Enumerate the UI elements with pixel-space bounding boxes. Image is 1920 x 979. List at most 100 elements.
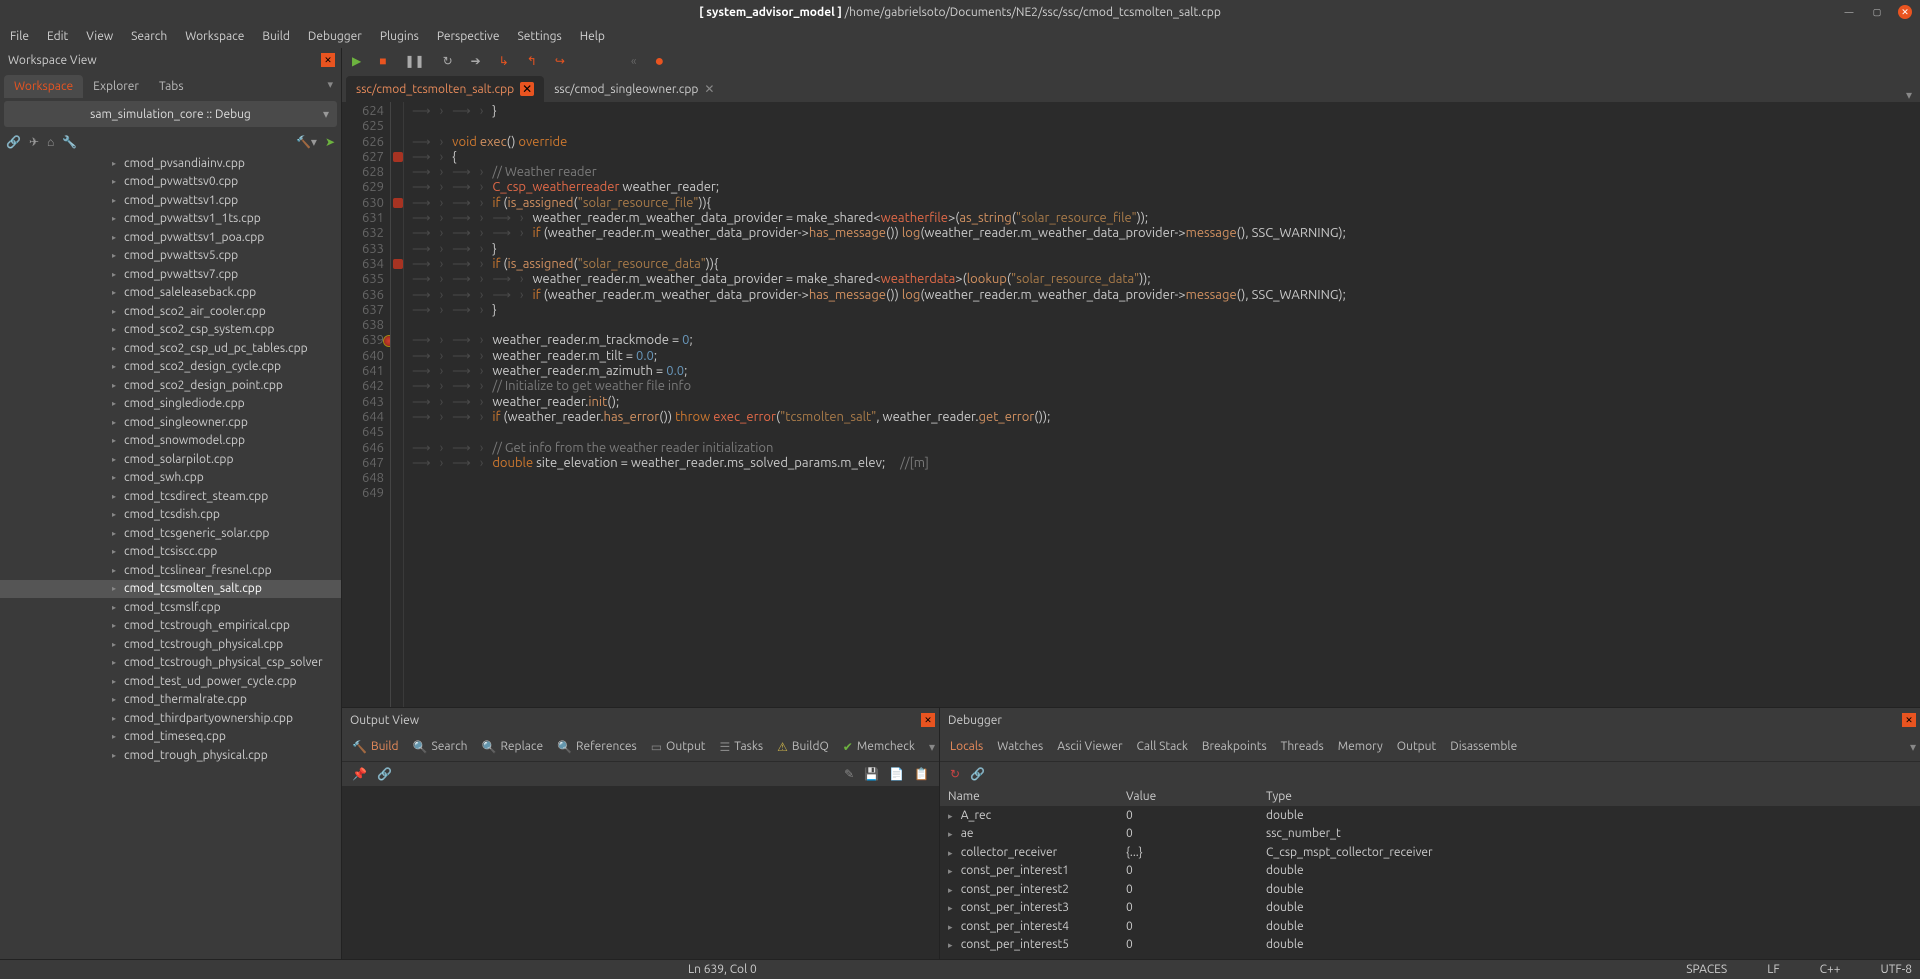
- workspace-tab-workspace[interactable]: Workspace: [4, 75, 83, 98]
- debugger-tab-locals[interactable]: Locals: [950, 740, 983, 753]
- file-item[interactable]: ▸cmod_pvwattsv7.cpp: [0, 265, 341, 284]
- output-tab-build[interactable]: 🔨Build: [352, 740, 399, 754]
- close-icon[interactable]: ✕: [321, 53, 335, 67]
- debugger-tab-breakpoints[interactable]: Breakpoints: [1202, 740, 1267, 753]
- file-item[interactable]: ▸cmod_trough_physical.cpp: [0, 746, 341, 765]
- stop-icon[interactable]: ■: [379, 54, 386, 68]
- file-item[interactable]: ▸cmod_swh.cpp: [0, 469, 341, 488]
- file-item[interactable]: ▸cmod_singleowner.cpp: [0, 413, 341, 432]
- locals-table[interactable]: Name Value Type ▸ A_rec0double▸ ae0ssc_n…: [940, 786, 1920, 954]
- close-icon[interactable]: ✕: [520, 82, 534, 96]
- file-item[interactable]: ▸cmod_solarpilot.cpp: [0, 450, 341, 469]
- hammer-icon[interactable]: 🔨▾: [296, 135, 317, 149]
- step-into-icon[interactable]: ↳: [499, 54, 509, 68]
- paste-icon[interactable]: 📋: [914, 767, 929, 781]
- file-item[interactable]: ▸cmod_test_ud_power_cycle.cpp: [0, 672, 341, 691]
- step-out-icon[interactable]: ↰: [527, 54, 537, 68]
- locals-row[interactable]: ▸ const_per_interest10double: [940, 862, 1920, 881]
- chevron-down-icon[interactable]: ▾: [1910, 740, 1916, 754]
- refresh-icon[interactable]: ↻: [950, 767, 960, 781]
- menu-help[interactable]: Help: [580, 30, 605, 43]
- run-icon[interactable]: ➤: [325, 135, 335, 149]
- menu-plugins[interactable]: Plugins: [380, 30, 419, 43]
- file-item[interactable]: ▸cmod_pvwattsv1_1ts.cpp: [0, 210, 341, 229]
- close-icon[interactable]: ✕: [921, 713, 935, 727]
- file-item[interactable]: ▸cmod_tcstrough_physical_csp_solver: [0, 654, 341, 673]
- chevron-down-icon[interactable]: ▾: [1906, 88, 1912, 102]
- file-item[interactable]: ▸cmod_thirdpartyownership.cpp: [0, 709, 341, 728]
- file-item[interactable]: ▸cmod_singlediode.cpp: [0, 395, 341, 414]
- chevron-down-icon[interactable]: ▾: [327, 78, 333, 91]
- link-icon[interactable]: 🔗: [377, 767, 392, 781]
- output-tab-references[interactable]: 🔍References: [557, 740, 637, 754]
- step-next-icon[interactable]: ↪: [555, 54, 565, 68]
- menu-view[interactable]: View: [86, 30, 113, 43]
- debugger-tab-threads[interactable]: Threads: [1281, 740, 1324, 753]
- file-item[interactable]: ▸cmod_tcstrough_empirical.cpp: [0, 617, 341, 636]
- file-item[interactable]: ▸cmod_tcsmolten_salt.cpp: [0, 580, 341, 599]
- copy-icon[interactable]: 📄: [889, 767, 904, 781]
- code-area[interactable]: ⟶ › ⟶ › } ⟶ › void exec() override⟶ › {⟶…: [404, 102, 1920, 707]
- file-item[interactable]: ▸cmod_tcstrough_physical.cpp: [0, 635, 341, 654]
- send-icon[interactable]: ✈: [29, 135, 39, 149]
- editor-tab[interactable]: ssc/cmod_tcsmolten_salt.cpp✕: [346, 76, 544, 102]
- debugger-tab-watches[interactable]: Watches: [997, 740, 1043, 753]
- menu-search[interactable]: Search: [131, 30, 167, 43]
- eol-mode[interactable]: LF: [1767, 963, 1779, 976]
- build-target-select[interactable]: sam_simulation_core :: Debug: [4, 101, 337, 127]
- fold-column[interactable]: [390, 102, 404, 707]
- language-mode[interactable]: C++: [1820, 963, 1841, 976]
- debugger-tab-disassemble[interactable]: Disassemble: [1450, 740, 1517, 753]
- output-tab-memcheck[interactable]: ✔Memcheck: [843, 740, 915, 754]
- workspace-tab-explorer[interactable]: Explorer: [83, 75, 149, 98]
- menu-workspace[interactable]: Workspace: [185, 30, 244, 43]
- pause-icon[interactable]: ❚❚: [404, 54, 424, 68]
- debugger-tab-ascii-viewer[interactable]: Ascii Viewer: [1057, 740, 1122, 753]
- link-icon[interactable]: 🔗: [970, 767, 985, 781]
- indent-mode[interactable]: SPACES: [1686, 963, 1727, 976]
- menu-debugger[interactable]: Debugger: [308, 30, 362, 43]
- link-icon[interactable]: 🔗: [6, 135, 21, 149]
- file-item[interactable]: ▸cmod_tcslinear_fresnel.cpp: [0, 561, 341, 580]
- play-icon[interactable]: ▶: [352, 54, 361, 68]
- file-item[interactable]: ▸cmod_thermalrate.cpp: [0, 691, 341, 710]
- save-icon[interactable]: 💾: [864, 767, 879, 781]
- file-item[interactable]: ▸cmod_pvwattsv1_poa.cpp: [0, 228, 341, 247]
- code-editor[interactable]: 6246256266276286296306316326336346356366…: [342, 102, 1920, 707]
- locals-row[interactable]: ▸ A_rec0double: [940, 806, 1920, 825]
- output-tab-tasks[interactable]: ☰Tasks: [720, 740, 764, 754]
- file-item[interactable]: ▸cmod_timeseq.cpp: [0, 728, 341, 747]
- file-item[interactable]: ▸cmod_pvsandiainv.cpp: [0, 154, 341, 173]
- locals-row[interactable]: ▸ const_per_interest20double: [940, 880, 1920, 899]
- menu-edit[interactable]: Edit: [47, 30, 68, 43]
- close-button[interactable]: ✕: [1898, 5, 1912, 19]
- file-item[interactable]: ▸cmod_sco2_design_cycle.cpp: [0, 358, 341, 377]
- file-item[interactable]: ▸cmod_tcsiscc.cpp: [0, 543, 341, 562]
- file-item[interactable]: ▸cmod_sco2_design_point.cpp: [0, 376, 341, 395]
- editor-tab[interactable]: ssc/cmod_singleowner.cpp✕: [544, 76, 724, 102]
- file-item[interactable]: ▸cmod_sco2_csp_system.cpp: [0, 321, 341, 340]
- wrench-icon[interactable]: 🔧: [62, 135, 77, 149]
- debugger-tab-memory[interactable]: Memory: [1338, 740, 1383, 753]
- output-tab-replace[interactable]: 🔍Replace: [482, 740, 544, 754]
- maximize-button[interactable]: ▢: [1870, 5, 1884, 19]
- debugger-tab-call-stack[interactable]: Call Stack: [1137, 740, 1188, 753]
- file-item[interactable]: ▸cmod_sco2_air_cooler.cpp: [0, 302, 341, 321]
- close-icon[interactable]: ✕: [1902, 713, 1916, 727]
- close-icon[interactable]: ✕: [704, 82, 714, 96]
- menu-build[interactable]: Build: [262, 30, 290, 43]
- step-over-icon[interactable]: ➔: [471, 54, 481, 68]
- brush-icon[interactable]: ✎: [844, 767, 854, 781]
- file-item[interactable]: ▸cmod_snowmodel.cpp: [0, 432, 341, 451]
- output-tab-output[interactable]: ▭Output: [651, 740, 706, 754]
- restart-icon[interactable]: ↻: [443, 54, 453, 68]
- file-item[interactable]: ▸cmod_saleleaseback.cpp: [0, 284, 341, 303]
- locals-row[interactable]: ▸ const_per_interest40double: [940, 917, 1920, 936]
- file-item[interactable]: ▸cmod_tcsdirect_steam.cpp: [0, 487, 341, 506]
- file-tree[interactable]: ▸cmod_pvsandiainv.cpp▸cmod_pvwattsv0.cpp…: [0, 154, 341, 959]
- pin-icon[interactable]: 📌: [352, 767, 367, 781]
- minimize-button[interactable]: —: [1842, 5, 1856, 19]
- file-item[interactable]: ▸cmod_sco2_csp_ud_pc_tables.cpp: [0, 339, 341, 358]
- record-icon[interactable]: ●: [655, 52, 665, 71]
- debugger-tab-output[interactable]: Output: [1397, 740, 1436, 753]
